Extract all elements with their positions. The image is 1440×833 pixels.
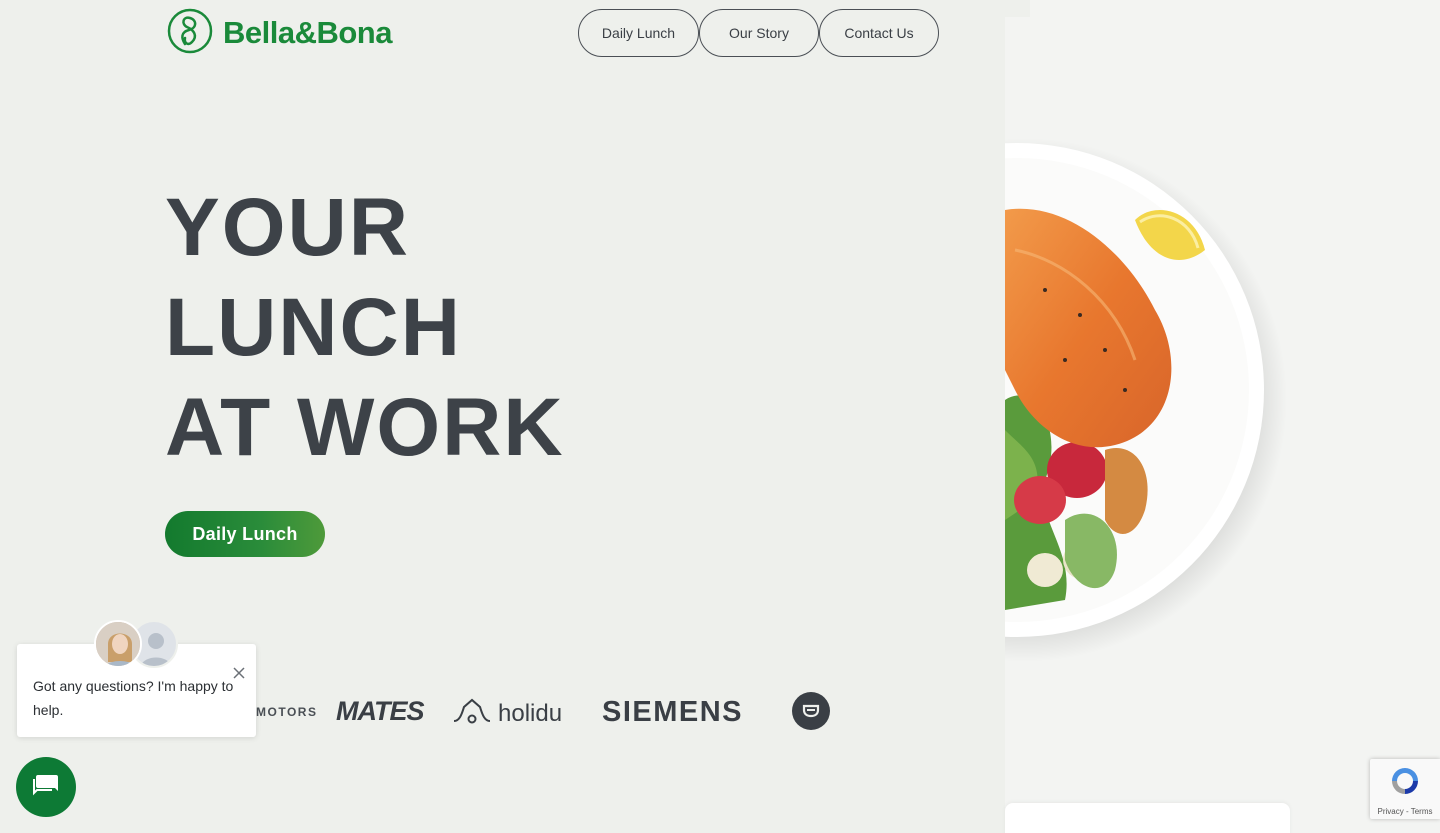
bella-bona-logo-icon — [167, 8, 213, 59]
hero-title-line-1: YOUR — [165, 182, 410, 273]
nav-contact-us-button[interactable]: Contact Us — [819, 9, 939, 57]
nav-our-story-button[interactable]: Our Story — [699, 9, 819, 57]
chat-launcher-button[interactable] — [16, 757, 76, 817]
client-logo-circle — [792, 692, 830, 730]
client-logo-siemens: SIEMENS — [602, 696, 744, 728]
brand-name: Bella&Bona — [223, 15, 392, 50]
salmon-plate-image — [1005, 100, 1325, 700]
chat-icon — [30, 769, 62, 806]
recaptcha-badge[interactable]: Privacy - Terms — [1370, 759, 1440, 819]
hero-title: YOUR LUNCH AT WORK — [165, 178, 565, 478]
holidu-label: holidu — [498, 699, 563, 727]
client-logo-motors: MOTORS — [256, 705, 318, 719]
hero-daily-lunch-button[interactable]: Daily Lunch — [165, 511, 325, 557]
brand-logo[interactable]: Bella&Bona — [167, 8, 392, 59]
main-nav: Daily Lunch Our Story Contact Us — [578, 9, 939, 57]
hero-title-line-3: AT WORK — [165, 382, 565, 473]
bottom-card — [1005, 803, 1290, 833]
client-logo-holidu: holidu — [452, 697, 562, 730]
client-logo-mates: MATES — [336, 696, 424, 726]
agent-avatar — [94, 620, 142, 668]
recaptcha-links[interactable]: Privacy - Terms — [1370, 807, 1440, 816]
holidu-house-icon — [452, 697, 492, 730]
nav-daily-lunch-button[interactable]: Daily Lunch — [578, 9, 699, 57]
hero-title-line-2: LUNCH — [165, 282, 462, 373]
recaptcha-icon — [1389, 765, 1421, 802]
chat-message: Got any questions? I'm happy to help. — [33, 678, 234, 718]
right-panel-notch — [1005, 0, 1030, 17]
